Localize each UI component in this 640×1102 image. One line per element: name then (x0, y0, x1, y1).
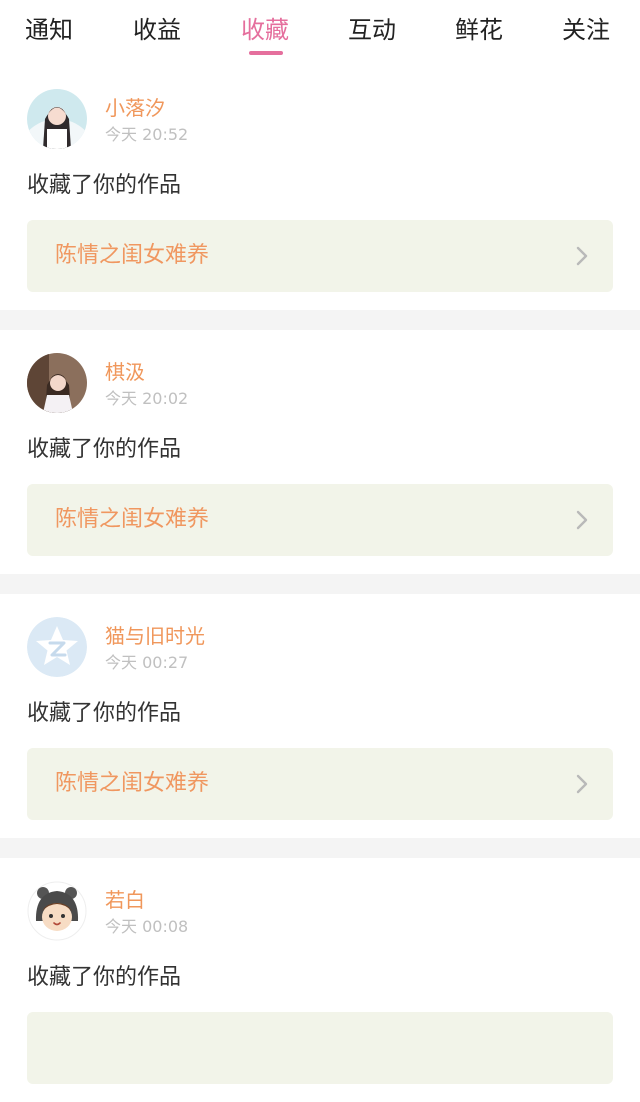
username[interactable]: 猫与旧时光 (105, 622, 205, 650)
cartoon-boy-avatar-image (27, 881, 87, 941)
notification-card: 棋汲 今天 20:02 收藏了你的作品 陈情之闺女难养 (0, 330, 640, 574)
action-text: 收藏了你的作品 (27, 701, 182, 726)
girl-photo-avatar-image (27, 353, 87, 413)
card-divider (0, 838, 640, 858)
top-tab-bar: 通知 收益 收藏 互动 鲜花 关注 (0, 0, 640, 66)
timestamp: 今天 00:27 (105, 653, 189, 672)
tab-interaction[interactable]: 互动 (348, 10, 396, 50)
work-link-card[interactable] (27, 1012, 613, 1084)
work-link-card[interactable]: 陈情之闺女难养 (27, 484, 613, 556)
active-tab-indicator (249, 51, 283, 55)
avatar[interactable] (27, 89, 87, 149)
timestamp: 今天 20:02 (105, 389, 189, 408)
avatar[interactable] (27, 617, 87, 677)
action-text: 收藏了你的作品 (27, 173, 182, 198)
card-divider (0, 310, 640, 330)
notification-card: 若白 今天 00:08 收藏了你的作品 (0, 858, 640, 1102)
chevron-right-icon (576, 510, 588, 530)
work-title: 陈情之闺女难养 (55, 243, 210, 268)
tab-earnings[interactable]: 收益 (133, 10, 181, 50)
work-title: 陈情之闺女难养 (55, 771, 210, 796)
avatar[interactable] (27, 353, 87, 413)
username[interactable]: 若白 (105, 886, 145, 914)
tab-follow[interactable]: 关注 (562, 10, 610, 50)
action-text: 收藏了你的作品 (27, 965, 182, 990)
timestamp: 今天 00:08 (105, 917, 189, 936)
work-link-card[interactable]: 陈情之闺女难养 (27, 748, 613, 820)
card-divider (0, 574, 640, 594)
notification-card: 猫与旧时光 今天 00:27 收藏了你的作品 陈情之闺女难养 (0, 594, 640, 838)
notification-card: 小落汐 今天 20:52 收藏了你的作品 陈情之闺女难养 (0, 66, 640, 310)
notification-feed: 小落汐 今天 20:52 收藏了你的作品 陈情之闺女难养 棋汲 今天 20:02… (0, 66, 640, 1102)
work-link-card[interactable]: 陈情之闺女难养 (27, 220, 613, 292)
default-star-avatar-icon (27, 617, 87, 677)
action-text: 收藏了你的作品 (27, 437, 182, 462)
username[interactable]: 小落汐 (105, 94, 165, 122)
chevron-right-icon (576, 246, 588, 266)
girl-photo-avatar-image (27, 89, 87, 149)
chevron-right-icon (576, 774, 588, 794)
timestamp: 今天 20:52 (105, 125, 189, 144)
username[interactable]: 棋汲 (105, 358, 145, 386)
tab-favorites[interactable]: 收藏 (241, 10, 289, 50)
work-title: 陈情之闺女难养 (55, 507, 210, 532)
tab-flowers[interactable]: 鲜花 (455, 10, 503, 50)
avatar[interactable] (27, 881, 87, 941)
tab-notice[interactable]: 通知 (25, 10, 73, 50)
